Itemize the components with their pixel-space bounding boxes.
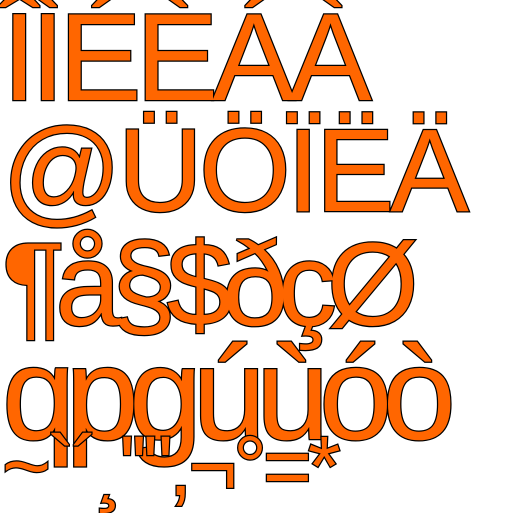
glyph-sheet: ÎÌÉÈÁÀ @ÜÖÏËÄ ¶å§$ðçØ qpgúùóò ~`´¸''",¬°… bbox=[0, 0, 512, 512]
glyph-row-umlaut-capitals: @ÜÖÏËÄ bbox=[1, 105, 470, 237]
glyph-row-punctuation-marks: ~`´¸''",¬°=* bbox=[1, 419, 342, 513]
glyph-row-accented-capitals: ÎÌÉÈÁÀ bbox=[1, 0, 373, 127]
